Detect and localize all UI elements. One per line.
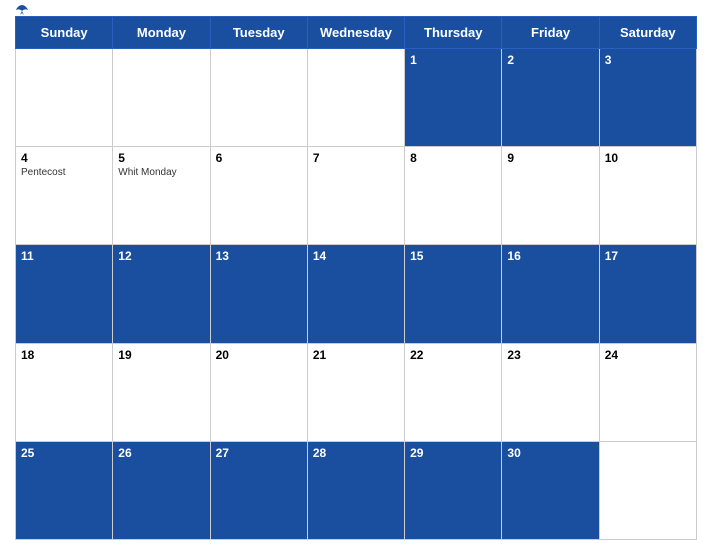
day-number: 26 <box>118 446 204 460</box>
logo <box>15 4 31 16</box>
calendar-cell: 27 <box>210 441 307 539</box>
day-header-saturday: Saturday <box>599 17 696 49</box>
calendar-cell: 6 <box>210 147 307 245</box>
calendar-cell: 10 <box>599 147 696 245</box>
calendar-cell: 26 <box>113 441 210 539</box>
day-number: 8 <box>410 151 496 165</box>
day-header-wednesday: Wednesday <box>307 17 404 49</box>
day-number: 18 <box>21 348 107 362</box>
day-number: 27 <box>216 446 302 460</box>
calendar-cell: 20 <box>210 343 307 441</box>
calendar-cell: 24 <box>599 343 696 441</box>
day-number: 9 <box>507 151 593 165</box>
day-number: 2 <box>507 53 593 67</box>
calendar-week-row: 11 12 13 14 15 16 17 <box>16 245 697 343</box>
day-number: 1 <box>410 53 496 67</box>
calendar-cell: 19 <box>113 343 210 441</box>
day-number: 22 <box>410 348 496 362</box>
calendar-cell: 25 <box>16 441 113 539</box>
day-header-monday: Monday <box>113 17 210 49</box>
day-header-thursday: Thursday <box>405 17 502 49</box>
day-number: 5 <box>118 151 204 165</box>
calendar-cell <box>210 49 307 147</box>
calendar-cell: 28 <box>307 441 404 539</box>
day-number: 24 <box>605 348 691 362</box>
calendar-cell: 17 <box>599 245 696 343</box>
days-of-week-row: SundayMondayTuesdayWednesdayThursdayFrid… <box>16 17 697 49</box>
calendar-cell: 4 Pentecost <box>16 147 113 245</box>
calendar-cell: 3 <box>599 49 696 147</box>
calendar-week-row: 4 Pentecost 5 Whit Monday 6789 10 <box>16 147 697 245</box>
day-header-sunday: Sunday <box>16 17 113 49</box>
logo-bird-icon <box>15 4 29 16</box>
calendar-cell: 23 <box>502 343 599 441</box>
calendar-cell: 2 <box>502 49 599 147</box>
day-number: 12 <box>118 249 204 263</box>
calendar-week-row: 25 26 27 28 29 30 <box>16 441 697 539</box>
calendar-cell <box>307 49 404 147</box>
day-number: 6 <box>216 151 302 165</box>
calendar-cell <box>113 49 210 147</box>
calendar-body: 1234Pentecost5Whit Monday678910111213141… <box>16 49 697 540</box>
calendar-cell: 18 <box>16 343 113 441</box>
calendar-cell: 8 <box>405 147 502 245</box>
day-number: 21 <box>313 348 399 362</box>
day-header-friday: Friday <box>502 17 599 49</box>
day-number: 29 <box>410 446 496 460</box>
calendar-week-row: 18 19 20 21 22 23 24 <box>16 343 697 441</box>
calendar-cell <box>16 49 113 147</box>
calendar-cell: 14 <box>307 245 404 343</box>
calendar-cell: 30 <box>502 441 599 539</box>
calendar-cell: 11 <box>16 245 113 343</box>
calendar-cell: 9 <box>502 147 599 245</box>
calendar-cell: 15 <box>405 245 502 343</box>
calendar-week-row: 123 <box>16 49 697 147</box>
day-number: 3 <box>605 53 691 67</box>
calendar-cell: 12 <box>113 245 210 343</box>
calendar-cell: 21 <box>307 343 404 441</box>
calendar-cell: 1 <box>405 49 502 147</box>
holiday-label: Whit Monday <box>118 167 204 178</box>
calendar-cell: 5 Whit Monday <box>113 147 210 245</box>
calendar-header-row: SundayMondayTuesdayWednesdayThursdayFrid… <box>16 17 697 49</box>
day-number: 20 <box>216 348 302 362</box>
day-number: 16 <box>507 249 593 263</box>
day-number: 30 <box>507 446 593 460</box>
logo-blue-container <box>15 4 31 16</box>
calendar-cell: 16 <box>502 245 599 343</box>
day-number: 10 <box>605 151 691 165</box>
calendar-table: SundayMondayTuesdayWednesdayThursdayFrid… <box>15 16 697 540</box>
day-number: 15 <box>410 249 496 263</box>
day-number: 23 <box>507 348 593 362</box>
day-number: 7 <box>313 151 399 165</box>
day-number: 11 <box>21 249 107 263</box>
day-number: 28 <box>313 446 399 460</box>
day-header-tuesday: Tuesday <box>210 17 307 49</box>
day-number: 25 <box>21 446 107 460</box>
day-number: 13 <box>216 249 302 263</box>
calendar-cell: 29 <box>405 441 502 539</box>
day-number: 14 <box>313 249 399 263</box>
day-number: 17 <box>605 249 691 263</box>
day-number: 4 <box>21 151 107 165</box>
calendar-cell: 7 <box>307 147 404 245</box>
calendar-cell <box>599 441 696 539</box>
calendar-cell: 22 <box>405 343 502 441</box>
day-number: 19 <box>118 348 204 362</box>
holiday-label: Pentecost <box>21 167 107 178</box>
calendar-cell: 13 <box>210 245 307 343</box>
